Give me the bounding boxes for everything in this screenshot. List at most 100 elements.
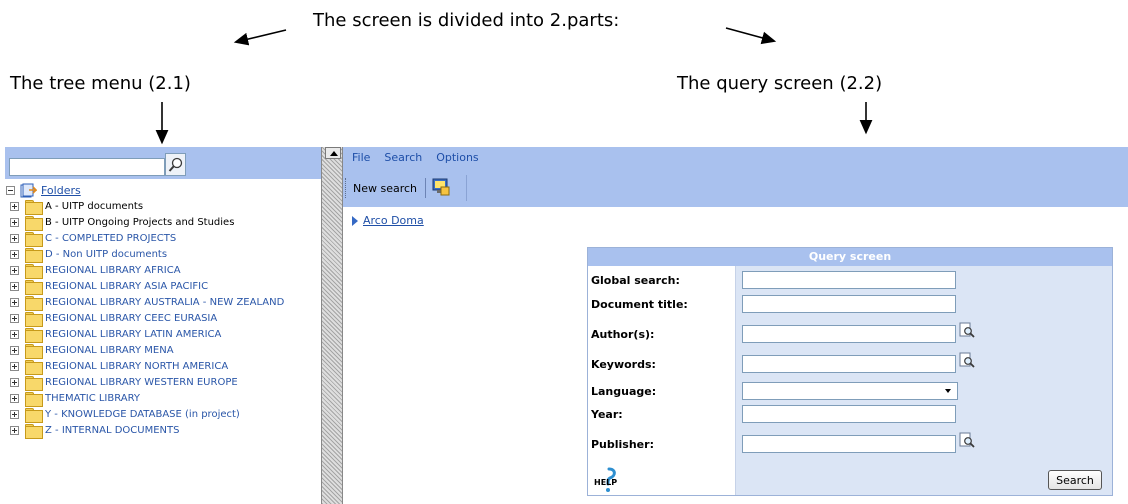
folder-icon	[25, 375, 43, 391]
help-icon[interactable]: HELP	[594, 466, 624, 496]
tree-search-button[interactable]	[165, 153, 186, 176]
authors-label: Author(s):	[591, 328, 655, 341]
scroll-up-button[interactable]	[325, 147, 341, 159]
document-title-label: Document title:	[591, 298, 688, 311]
toolbar: New search	[345, 174, 452, 202]
folders-root-icon	[20, 183, 38, 198]
breadcrumb-arrow-icon	[352, 215, 358, 226]
tree-item-label[interactable]: REGIONAL LIBRARY ASIA PACIFIC	[45, 281, 208, 292]
tree-item-label[interactable]: A - UITP documents	[45, 201, 143, 212]
expand-icon[interactable]	[10, 361, 19, 371]
tree-item[interactable]: REGIONAL LIBRARY CEEC EURASIA	[5, 310, 284, 327]
tree-item-label[interactable]: REGIONAL LIBRARY CEEC EURASIA	[45, 313, 217, 324]
tree-item[interactable]: REGIONAL LIBRARY AUSTRALIA - NEW ZEALAND	[5, 294, 284, 311]
arrow-right-diagonal	[725, 27, 777, 45]
tree-item[interactable]: THEMATIC LIBRARY	[5, 390, 284, 407]
tree-item-label[interactable]: REGIONAL LIBRARY WESTERN EUROPE	[45, 377, 238, 388]
tree-item-label[interactable]: REGIONAL LIBRARY AUSTRALIA - NEW ZEALAND	[45, 297, 284, 308]
magnifier-icon	[168, 157, 183, 172]
tree-item[interactable]: REGIONAL LIBRARY LATIN AMERICA	[5, 326, 284, 343]
annotation-query-screen: The query screen (2.2)	[677, 73, 883, 94]
document-title-input[interactable]	[742, 295, 956, 313]
keywords-input[interactable]	[742, 355, 956, 373]
toolbar-grip	[345, 178, 347, 198]
menu-file[interactable]: File	[352, 151, 370, 164]
tree-item-label[interactable]: B - UITP Ongoing Projects and Studies	[45, 217, 234, 228]
panel-splitter[interactable]	[321, 147, 343, 504]
expand-icon[interactable]	[10, 313, 19, 323]
annotation-screen-divided: The screen is divided into 2.parts:	[313, 10, 620, 31]
tree-item[interactable]: REGIONAL LIBRARY MENA	[5, 342, 284, 359]
authors-input[interactable]	[742, 325, 956, 343]
folder-icon	[25, 295, 43, 311]
language-label: Language:	[591, 385, 657, 398]
expand-icon[interactable]	[10, 265, 19, 275]
year-input[interactable]	[742, 405, 956, 423]
tree-item-label[interactable]: REGIONAL LIBRARY NORTH AMERICA	[45, 361, 228, 372]
tree-root-folders[interactable]: Folders	[5, 182, 81, 198]
expand-icon[interactable]	[10, 233, 19, 243]
expand-icon[interactable]	[10, 297, 19, 307]
query-app: File Search Options New search Arco Doma…	[343, 147, 1128, 504]
tree-item[interactable]: REGIONAL LIBRARY ASIA PACIFIC	[5, 278, 284, 295]
new-search-button[interactable]: New search	[349, 182, 421, 195]
app-header: File Search Options New search	[343, 147, 1128, 207]
expand-icon[interactable]	[10, 249, 19, 259]
tree-search-input[interactable]	[9, 158, 165, 176]
expand-icon[interactable]	[10, 281, 19, 291]
tree-item-label[interactable]: D - Non UITP documents	[45, 249, 167, 260]
tree-root-label[interactable]: Folders	[41, 184, 81, 197]
publisher-input[interactable]	[742, 435, 956, 453]
menu-options[interactable]: Options	[436, 151, 478, 164]
expand-icon[interactable]	[10, 329, 19, 339]
tree-item[interactable]: B - UITP Ongoing Projects and Studies	[5, 214, 284, 231]
expand-icon[interactable]	[10, 345, 19, 355]
query-form: Query screen Global search: Document tit…	[587, 247, 1113, 496]
keywords-lookup-icon[interactable]	[959, 352, 976, 369]
breadcrumb-link[interactable]: Arco Doma	[363, 214, 424, 227]
expand-icon[interactable]	[10, 409, 19, 419]
expand-icon[interactable]	[10, 425, 19, 435]
tree-item[interactable]: A - UITP documents	[5, 198, 284, 215]
tree-item[interactable]: Z - INTERNAL DOCUMENTS	[5, 422, 284, 439]
arrow-left-diagonal	[233, 29, 287, 46]
tree-folder-list: A - UITP documents B - UITP Ongoing Proje…	[5, 198, 284, 439]
expand-icon[interactable]	[10, 217, 19, 227]
chevron-down-icon	[942, 385, 955, 397]
tree-item[interactable]: C - COMPLETED PROJECTS	[5, 230, 284, 247]
breadcrumb: Arco Doma	[352, 214, 424, 227]
expand-icon[interactable]	[10, 377, 19, 387]
menu-search[interactable]: Search	[384, 151, 422, 164]
search-button[interactable]: Search	[1048, 470, 1102, 490]
folder-icon	[25, 199, 43, 215]
publisher-lookup-icon[interactable]	[959, 432, 976, 449]
monitor-export-icon	[432, 178, 450, 196]
tree-item[interactable]: REGIONAL LIBRARY AFRICA	[5, 262, 284, 279]
expand-icon[interactable]	[10, 201, 19, 211]
folder-icon	[25, 263, 43, 279]
authors-lookup-icon[interactable]	[959, 322, 976, 339]
folder-icon	[25, 247, 43, 263]
tree-item-label[interactable]: Z - INTERNAL DOCUMENTS	[45, 425, 179, 436]
tree-menu: Folders A - UITP documents B - UITP Ongoi…	[5, 147, 321, 504]
query-form-title: Query screen	[588, 248, 1112, 266]
tree-item-label[interactable]: Y - KNOWLEDGE DATABASE (in project)	[45, 409, 240, 420]
tree-item-label[interactable]: C - COMPLETED PROJECTS	[45, 233, 176, 244]
tree-item-label[interactable]: REGIONAL LIBRARY LATIN AMERICA	[45, 329, 221, 340]
tree-item[interactable]: Y - KNOWLEDGE DATABASE (in project)	[5, 406, 284, 423]
tree-item[interactable]: REGIONAL LIBRARY NORTH AMERICA	[5, 358, 284, 375]
publisher-label: Publisher:	[591, 438, 654, 451]
global-search-input[interactable]	[742, 271, 956, 289]
tree-item-label[interactable]: REGIONAL LIBRARY AFRICA	[45, 265, 181, 276]
export-button[interactable]	[430, 177, 452, 199]
tree-item[interactable]: D - Non UITP documents	[5, 246, 284, 263]
language-select[interactable]	[742, 382, 958, 400]
tree-item-label[interactable]: REGIONAL LIBRARY MENA	[45, 345, 174, 356]
year-label: Year:	[591, 408, 623, 421]
collapse-icon[interactable]	[6, 185, 15, 195]
folder-icon	[25, 343, 43, 359]
expand-icon[interactable]	[10, 393, 19, 403]
tree-item-label[interactable]: THEMATIC LIBRARY	[45, 393, 140, 404]
tree-item[interactable]: REGIONAL LIBRARY WESTERN EUROPE	[5, 374, 284, 391]
folder-icon	[25, 231, 43, 247]
